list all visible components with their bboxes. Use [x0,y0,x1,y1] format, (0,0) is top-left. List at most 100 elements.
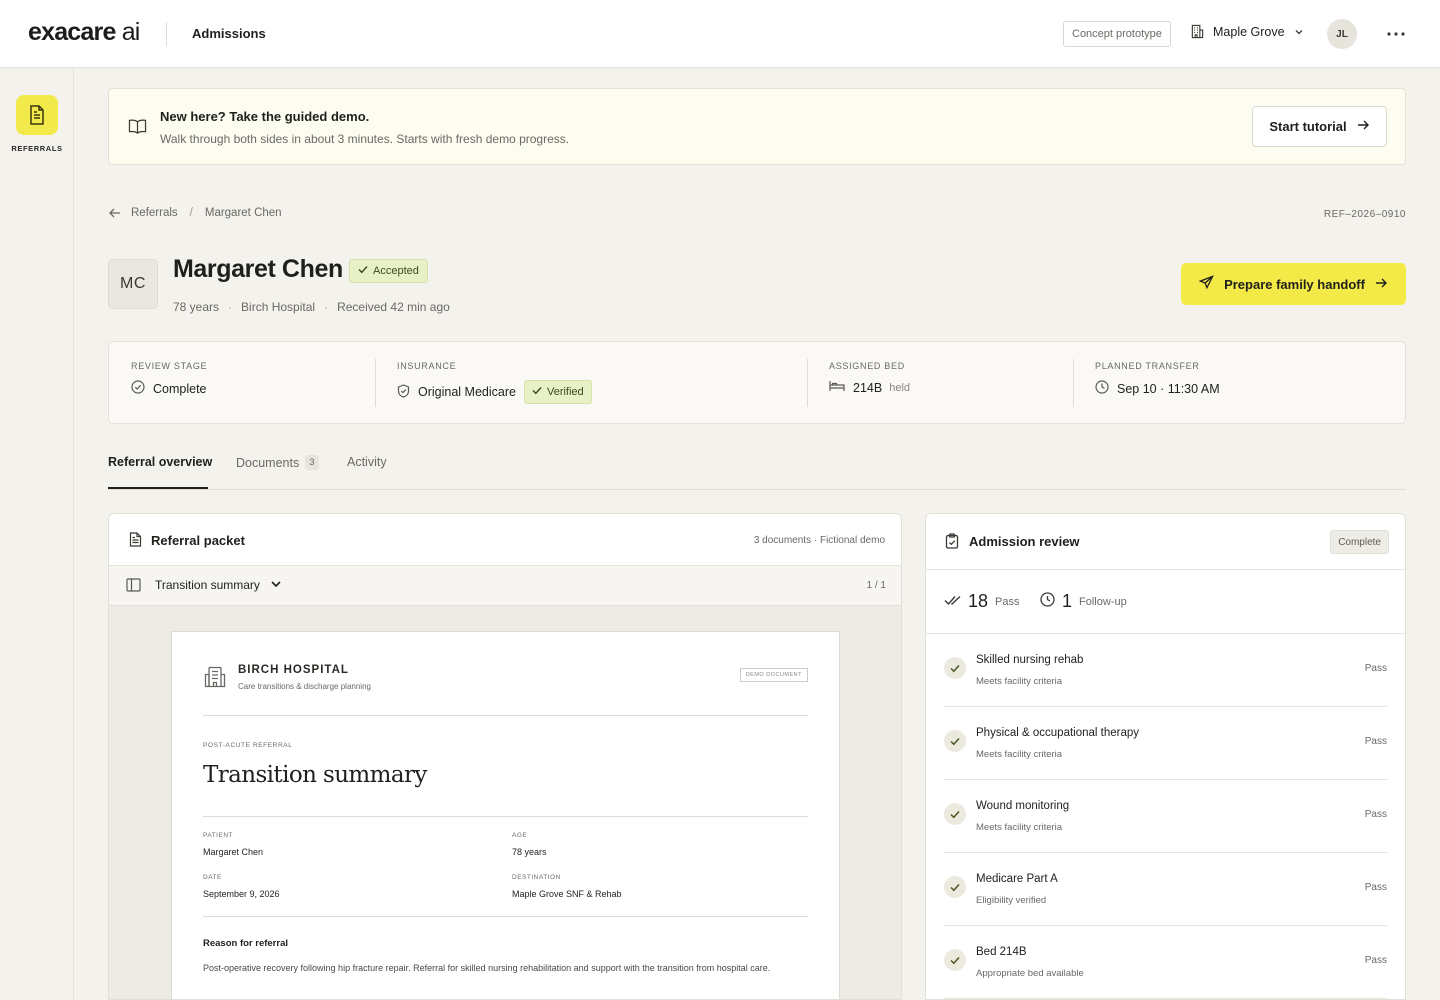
active-tab-indicator [108,487,208,489]
file-text-icon [129,532,142,552]
stat-value: Sep 10 · 11:30 AM [1095,380,1220,397]
check-icon [944,876,966,898]
document-viewer[interactable]: BIRCH HOSPITAL Care transitions & discha… [109,606,901,999]
criterion-detail: Eligibility verified [976,895,1047,906]
facility-name: Maple Grove [1213,24,1285,39]
hospital-subtitle: Care transitions & discharge planning [238,682,371,691]
reason-text: Post-operative recovery following hip fr… [203,963,771,973]
top-bar: exacare ai Admissions Concept prototype … [0,0,1440,68]
stat-label: INSURANCE [397,361,457,371]
field-value: 78 years [512,847,547,857]
sidebar-panel-icon[interactable] [126,578,141,597]
admission-review-card: Admission review Complete 18 Pass 1 Foll… [925,513,1406,1000]
breadcrumb-referrals-link[interactable]: Referrals [131,207,178,219]
criterion-row[interactable]: Bed 214B Appropriate bed available Pass [944,926,1387,999]
patient-avatar: MC [108,259,158,309]
logo-wordmark: exacare [28,18,116,46]
stat-label: PLANNED TRANSFER [1095,361,1200,371]
field-label: PATIENT [203,832,233,839]
criterion-row[interactable]: Skilled nursing rehab Meets facility cri… [944,634,1387,707]
criterion-title: Bed 214B [976,946,1027,958]
reason-heading: Reason for referral [203,938,289,949]
document-title: Transition summary [203,762,427,788]
field-label: AGE [512,832,528,839]
exacare-logo[interactable]: exacare ai [28,18,140,47]
stat-divider [807,359,808,407]
criterion-title: Physical & occupational therapy [976,727,1140,739]
shield-icon [397,383,410,401]
tab-activity[interactable]: Activity [347,455,387,469]
chevron-down-icon [1293,26,1305,38]
field-value: Maple Grove SNF & Rehab [512,889,622,899]
referral-id: REF–2026–0910 [1323,209,1406,220]
packet-title: Referral packet [151,533,245,548]
prepare-family-handoff-button[interactable]: Prepare family handoff [1181,263,1406,305]
logo-suffix: ai [115,18,141,46]
more-options-icon[interactable] [1384,24,1408,44]
criterion-row[interactable]: Physical & occupational therapy Meets fa… [944,707,1387,780]
review-title: Admission review [969,534,1080,549]
packet-header: Referral packet 3 documents · Fictional … [109,514,901,566]
banner-subtitle: Walk through both sides in about 3 minut… [160,132,570,146]
followup-summary: 1 Follow-up [1040,591,1127,612]
document-icon [16,95,58,135]
sidebar-item-referrals[interactable]: REFERRALS [8,95,66,153]
start-tutorial-button[interactable]: Start tutorial [1252,106,1387,147]
criterion-detail: Meets facility criteria [976,749,1063,760]
criterion-detail: Appropriate bed available [976,968,1084,979]
criterion-detail: Meets facility criteria [976,676,1063,687]
document-selector[interactable]: Transition summary [155,578,282,592]
criterion-row[interactable]: Wound monitoring Meets facility criteria… [944,780,1387,853]
check-icon [944,803,966,825]
verified-badge: Verified [523,380,592,404]
stat-label: REVIEW STAGE [131,361,208,371]
guided-demo-banner: New here? Take the guided demo. Walk thr… [108,88,1406,165]
stat-value: 214B held [829,380,910,395]
referral-packet-card: Referral packet 3 documents · Fictional … [108,513,902,1000]
criterion-title: Wound monitoring [976,800,1070,812]
status-label: Accepted [373,265,419,277]
status-badge: Accepted [349,259,428,283]
document-toolbar: Transition summary 1 / 1 [109,566,901,606]
arrow-right-icon [1375,277,1388,292]
hospital-name: BIRCH HOSPITAL [238,664,349,676]
building-icon [1190,24,1205,39]
documents-count-badge: 3 [305,455,319,470]
meta-separator: · [324,300,329,314]
document-divider [203,715,808,716]
page-indicator: 1 / 1 [866,580,886,591]
patient-name: Margaret Chen [173,255,343,283]
user-avatar[interactable]: JL [1327,19,1357,49]
field-label: DESTINATION [512,874,561,881]
handoff-label: Prepare family handoff [1224,276,1365,292]
stat-label: ASSIGNED BED [829,361,905,371]
review-summary: 18 Pass 1 Follow-up [926,570,1405,634]
stat-divider [1073,359,1074,407]
tab-label: Activity [347,455,387,469]
sidebar-item-label: REFERRALS [11,144,63,153]
pass-count: 18 [968,591,989,611]
patient-received: Received 42 min ago [337,300,450,314]
document-divider [203,816,808,817]
stat-value: Complete [131,380,207,397]
hospital-building-icon [203,665,227,694]
check-circle-icon [131,380,145,397]
clipboard-check-icon [945,533,959,554]
chevron-down-icon [270,578,282,592]
field-label: DATE [203,874,222,881]
review-status-badge: Complete [1330,530,1389,554]
check-icon [944,730,966,752]
document-divider [203,916,808,917]
criterion-row[interactable]: Medicare Part A Eligibility verified Pas… [944,853,1387,926]
criterion-title: Medicare Part A [976,873,1058,885]
facility-selector[interactable]: Maple Grove [1190,24,1305,39]
check-icon [944,949,966,971]
clock-icon [1040,591,1055,612]
tab-documents[interactable]: Documents 3 [236,455,319,470]
back-arrow-icon[interactable] [108,207,121,219]
bed-value: 214B [853,380,883,395]
tab-referral-overview[interactable]: Referral overview [108,455,212,469]
followup-count: 1 [1062,591,1073,611]
document-page: BIRCH HOSPITAL Care transitions & discha… [171,631,840,999]
bed-icon [829,380,845,395]
